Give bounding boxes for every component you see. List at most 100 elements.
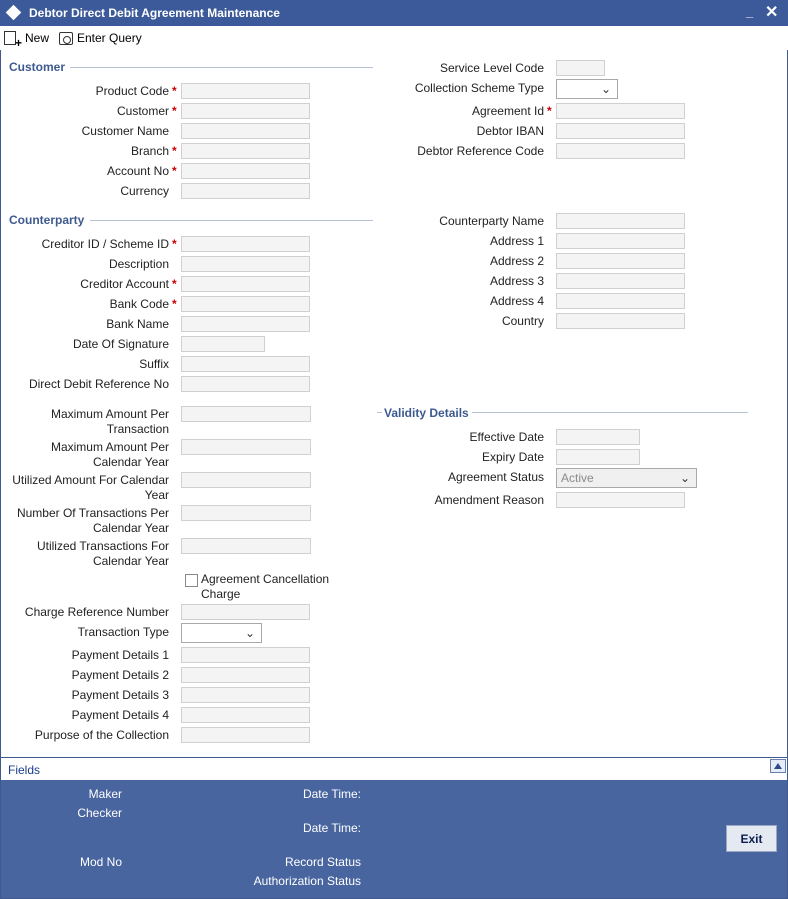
product-code-input[interactable] (181, 83, 310, 99)
address-2-input[interactable] (556, 253, 685, 269)
agreement-id-input[interactable] (556, 103, 685, 119)
address-2-label: Address 2 (489, 254, 544, 268)
address-1-input[interactable] (556, 233, 685, 249)
max-amount-per-year-input[interactable] (181, 439, 311, 455)
checker-label: Checker (77, 806, 122, 820)
bank-code-input[interactable] (181, 296, 310, 312)
payment-details-3-label: Payment Details 3 (71, 688, 169, 702)
agreement-status-select[interactable]: Active ⌄ (556, 468, 697, 488)
payment-details-3-input[interactable] (181, 687, 310, 703)
title-bar: Debtor Direct Debit Agreement Maintenanc… (0, 0, 788, 26)
expiry-date-label: Expiry Date (481, 450, 544, 464)
service-level-code-input[interactable] (556, 60, 605, 76)
app-diamond-icon (5, 4, 22, 21)
chevron-down-icon: ⌄ (600, 82, 611, 96)
chevron-down-icon: ⌄ (679, 471, 690, 485)
audit-footer: Maker Checker Mod No Date Time: Date Tim… (1, 780, 787, 898)
minimize-button[interactable]: _ (746, 4, 753, 19)
payment-details-4-input[interactable] (181, 707, 310, 723)
account-no-label: Account No (106, 164, 169, 178)
new-label: New (25, 31, 50, 45)
new-button[interactable]: New (4, 29, 50, 50)
bank-name-input[interactable] (181, 316, 310, 332)
payment-details-1-label: Payment Details 1 (71, 648, 169, 662)
charge-reference-number-label: Charge Reference Number (24, 605, 169, 619)
section-divider (70, 67, 373, 68)
description-label: Description (108, 257, 169, 271)
suffix-input[interactable] (181, 356, 310, 372)
collection-scheme-type-select[interactable]: ⌄ (556, 79, 618, 99)
purpose-of-collection-label: Purpose of the Collection (34, 728, 169, 742)
cancellation-charge-label: Agreement Cancellation Charge (201, 572, 330, 601)
address-3-input[interactable] (556, 273, 685, 289)
customer-name-label: Customer Name (81, 124, 169, 138)
max-amount-per-transaction-label: Maximum Amount Per Transaction (50, 407, 169, 436)
required-marker: * (172, 84, 177, 98)
date-of-signature-input[interactable] (181, 336, 265, 352)
record-status-label: Record Status (284, 855, 361, 869)
counterparty-name-input[interactable] (556, 213, 685, 229)
fields-link[interactable]: Fields (8, 763, 40, 777)
branch-input[interactable] (181, 143, 310, 159)
debtor-reference-code-input[interactable] (556, 143, 685, 159)
creditor-account-input[interactable] (181, 276, 310, 292)
purpose-of-collection-input[interactable] (181, 727, 310, 743)
payment-details-2-input[interactable] (181, 667, 310, 683)
currency-input[interactable] (181, 183, 310, 199)
required-marker: * (172, 164, 177, 178)
maker-label: Maker (88, 787, 122, 801)
address-1-label: Address 1 (489, 234, 544, 248)
chevron-down-icon: ⌄ (244, 626, 255, 640)
exit-button[interactable]: Exit (726, 825, 777, 852)
transaction-type-select[interactable]: ⌄ (181, 623, 262, 643)
payment-details-1-input[interactable] (181, 647, 310, 663)
counterparty-name-label: Counterparty Name (439, 214, 544, 228)
enter-query-button[interactable]: Enter Query (59, 29, 142, 47)
customer-name-input[interactable] (181, 123, 310, 139)
close-button[interactable]: ✕ (765, 2, 778, 22)
expiry-date-input[interactable] (556, 449, 640, 465)
collapse-up-icon[interactable] (770, 759, 786, 773)
account-no-input[interactable] (181, 163, 310, 179)
address-4-label: Address 4 (489, 294, 544, 308)
customer-input[interactable] (181, 103, 310, 119)
fields-bar: Fields (1, 757, 787, 780)
utilized-amount-label: Utilized Amount For Calendar Year (12, 473, 169, 502)
authorization-status-label: Authorization Status (253, 874, 361, 888)
address-4-input[interactable] (556, 293, 685, 309)
number-of-transactions-input[interactable] (181, 505, 311, 521)
description-input[interactable] (181, 256, 310, 272)
dd-reference-no-input[interactable] (181, 376, 310, 392)
effective-date-label: Effective Date (469, 430, 544, 444)
debtor-iban-label: Debtor IBAN (476, 124, 544, 138)
required-marker: * (172, 104, 177, 118)
dd-reference-no-label: Direct Debit Reference No (28, 377, 169, 391)
bank-code-label: Bank Code (109, 297, 169, 311)
checker-date-time-label: Date Time: (302, 821, 361, 835)
section-customer: Customer (9, 60, 66, 74)
window-title: Debtor Direct Debit Agreement Maintenanc… (29, 6, 280, 20)
date-of-signature-label: Date Of Signature (72, 337, 169, 351)
utilized-transactions-input[interactable] (181, 538, 311, 554)
section-divider (472, 412, 748, 413)
utilized-amount-input[interactable] (181, 472, 311, 488)
country-label: Country (501, 314, 544, 328)
amendment-reason-label: Amendment Reason (434, 493, 544, 507)
query-icon (59, 31, 73, 45)
amendment-reason-input[interactable] (556, 492, 685, 508)
creditor-id-input[interactable] (181, 236, 310, 252)
required-marker: * (172, 144, 177, 158)
max-amount-per-transaction-input[interactable] (181, 406, 311, 422)
utilized-transactions-label: Utilized Transactions For Calendar Year (36, 539, 169, 568)
agreement-status-value: Active (561, 471, 594, 485)
debtor-iban-input[interactable] (556, 123, 685, 139)
charge-reference-number-input[interactable] (181, 604, 310, 620)
effective-date-input[interactable] (556, 429, 640, 445)
collection-scheme-type-label: Collection Scheme Type (414, 81, 544, 95)
customer-label: Customer (116, 104, 169, 118)
required-marker: * (172, 277, 177, 291)
max-amount-per-year-label: Maximum Amount Per Calendar Year (50, 440, 169, 469)
cancellation-charge-checkbox[interactable] (185, 574, 198, 587)
section-divider (90, 220, 373, 221)
country-input[interactable] (556, 313, 685, 329)
